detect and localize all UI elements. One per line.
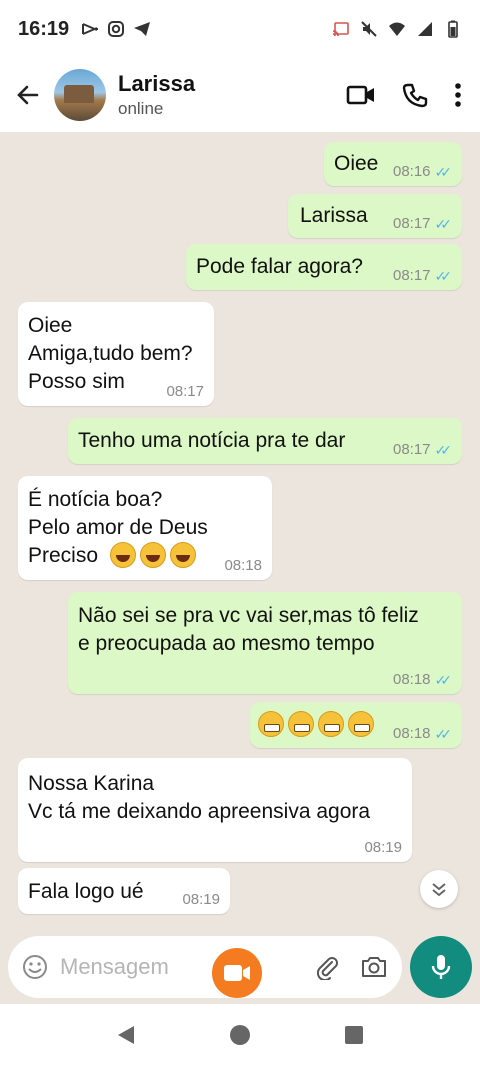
message-input[interactable]: Mensagem bbox=[60, 954, 169, 980]
smiley-emoji-icon bbox=[170, 542, 196, 568]
smiley-emoji-icon bbox=[110, 542, 136, 568]
smiley-emoji-icon bbox=[140, 542, 166, 568]
signal-icon bbox=[418, 22, 432, 36]
composer-icons bbox=[314, 954, 388, 980]
grimace-emoji-icon bbox=[258, 711, 284, 737]
recents-square-icon[interactable] bbox=[344, 1025, 364, 1045]
message-meta: 08:18 bbox=[224, 558, 262, 574]
message-out[interactable]: Oiee 08:16 ✓✓ bbox=[324, 142, 462, 186]
message-out[interactable]: Larissa 08:17 ✓✓ bbox=[288, 194, 462, 238]
system-nav-bar bbox=[0, 1004, 480, 1066]
message-time: 08:17 bbox=[392, 215, 431, 232]
read-ticks-icon: ✓✓ bbox=[434, 672, 453, 688]
message-time: 08:17 bbox=[392, 441, 431, 458]
message-text: Tenho uma notícia pra te dar bbox=[78, 429, 346, 452]
message-out[interactable]: 08:18 ✓✓ bbox=[250, 702, 462, 748]
message-meta: 08:18 ✓✓ bbox=[392, 725, 453, 743]
read-ticks-icon: ✓✓ bbox=[434, 216, 453, 232]
screen-record-button[interactable] bbox=[212, 948, 262, 998]
phone-icon[interactable] bbox=[402, 82, 428, 108]
capcut-icon bbox=[82, 23, 99, 35]
message-time: 08:19 bbox=[364, 839, 402, 856]
message-time: 08:17 bbox=[392, 267, 431, 284]
mute-icon bbox=[361, 21, 377, 37]
message-meta: 08:17 ✓✓ bbox=[392, 441, 453, 459]
camera-icon[interactable] bbox=[360, 954, 388, 980]
grimace-emoji-icon bbox=[318, 711, 344, 737]
message-time: 08:18 bbox=[392, 725, 431, 742]
more-vert-icon[interactable] bbox=[454, 82, 462, 108]
status-left-icons bbox=[81, 20, 151, 38]
emoji-group bbox=[258, 711, 378, 737]
back-triangle-icon[interactable] bbox=[116, 1024, 136, 1046]
read-ticks-icon: ✓✓ bbox=[434, 442, 453, 458]
cast-icon bbox=[332, 22, 349, 37]
message-composer[interactable]: Mensagem bbox=[8, 936, 402, 998]
message-time: 08:17 bbox=[166, 383, 204, 400]
chat-area[interactable]: Oiee 08:16 ✓✓ Larissa 08:17 ✓✓ Pode falar … bbox=[0, 132, 480, 930]
status-right-icons bbox=[332, 20, 462, 38]
message-meta: 08:16 ✓✓ bbox=[392, 163, 453, 181]
message-meta: 08:19 bbox=[182, 892, 220, 908]
message-text: Fala logo ué bbox=[28, 880, 144, 903]
message-time: 08:16 bbox=[392, 163, 431, 180]
emoji-group bbox=[110, 542, 200, 571]
message-meta: 08:17 bbox=[166, 384, 204, 400]
message-time: 08:18 bbox=[224, 557, 262, 574]
emoji-icon[interactable] bbox=[22, 954, 48, 980]
message-in[interactable]: Nossa Karina Vc tá me deixando apreensiv… bbox=[18, 758, 412, 862]
message-text: Oiee bbox=[334, 152, 379, 175]
mic-icon bbox=[431, 955, 451, 979]
message-time: 08:18 bbox=[392, 671, 431, 688]
home-circle-icon[interactable] bbox=[229, 1024, 251, 1046]
video-call-icon[interactable] bbox=[346, 83, 376, 107]
wifi-icon bbox=[389, 22, 405, 36]
message-time: 08:19 bbox=[182, 891, 220, 908]
grimace-emoji-icon bbox=[288, 711, 314, 737]
message-text: Larissa bbox=[300, 204, 368, 227]
telegram-icon bbox=[134, 22, 151, 36]
header-actions bbox=[346, 82, 470, 108]
battery-icon bbox=[448, 20, 458, 38]
status-bar: 16:19 bbox=[0, 0, 480, 58]
message-in[interactable]: Fala logo ué 08:19 bbox=[18, 868, 230, 914]
double-chevron-down-icon bbox=[432, 883, 446, 897]
message-text: Nossa Karina Vc tá me deixando apreensiv… bbox=[28, 772, 371, 823]
contact-presence: online bbox=[118, 99, 164, 118]
mic-button[interactable] bbox=[410, 936, 472, 998]
message-out[interactable]: Pode falar agora? 08:17 ✓✓ bbox=[186, 244, 462, 290]
message-text: Pode falar agora? bbox=[196, 255, 363, 278]
read-ticks-icon: ✓✓ bbox=[434, 726, 453, 742]
scroll-down-button[interactable] bbox=[420, 870, 458, 908]
read-ticks-icon: ✓✓ bbox=[434, 268, 453, 284]
back-arrow-icon[interactable] bbox=[10, 77, 46, 113]
message-meta: 08:17 ✓✓ bbox=[392, 215, 453, 233]
contact-name: Larissa bbox=[118, 71, 196, 96]
message-meta: 08:17 ✓✓ bbox=[392, 267, 453, 285]
message-text: Não sei se pra vc vai ser,mas tô feliz e… bbox=[78, 604, 419, 655]
grimace-emoji-icon bbox=[348, 711, 374, 737]
message-meta: 08:19 bbox=[364, 840, 402, 856]
contact-info[interactable]: Larissa online bbox=[118, 71, 195, 119]
video-camera-icon bbox=[224, 965, 250, 981]
message-in[interactable]: Oiee Amiga,tudo bem? Posso sim 08:17 bbox=[18, 302, 214, 406]
status-time: 16:19 bbox=[18, 17, 70, 40]
contact-avatar[interactable] bbox=[54, 69, 106, 121]
attach-icon[interactable] bbox=[314, 954, 340, 980]
message-meta: 08:18 ✓✓ bbox=[392, 671, 453, 689]
instagram-icon bbox=[108, 21, 125, 37]
message-text: Oiee Amiga,tudo bem? Posso sim bbox=[28, 314, 193, 393]
message-in[interactable]: É notícia boa? Pelo amor de Deus Preciso… bbox=[18, 476, 272, 580]
read-ticks-icon: ✓✓ bbox=[434, 164, 453, 180]
message-out[interactable]: Tenho uma notícia pra te dar 08:17 ✓✓ bbox=[68, 418, 462, 464]
message-out[interactable]: Não sei se pra vc vai ser,mas tô feliz e… bbox=[68, 592, 462, 694]
chat-header: Larissa online bbox=[0, 58, 480, 132]
